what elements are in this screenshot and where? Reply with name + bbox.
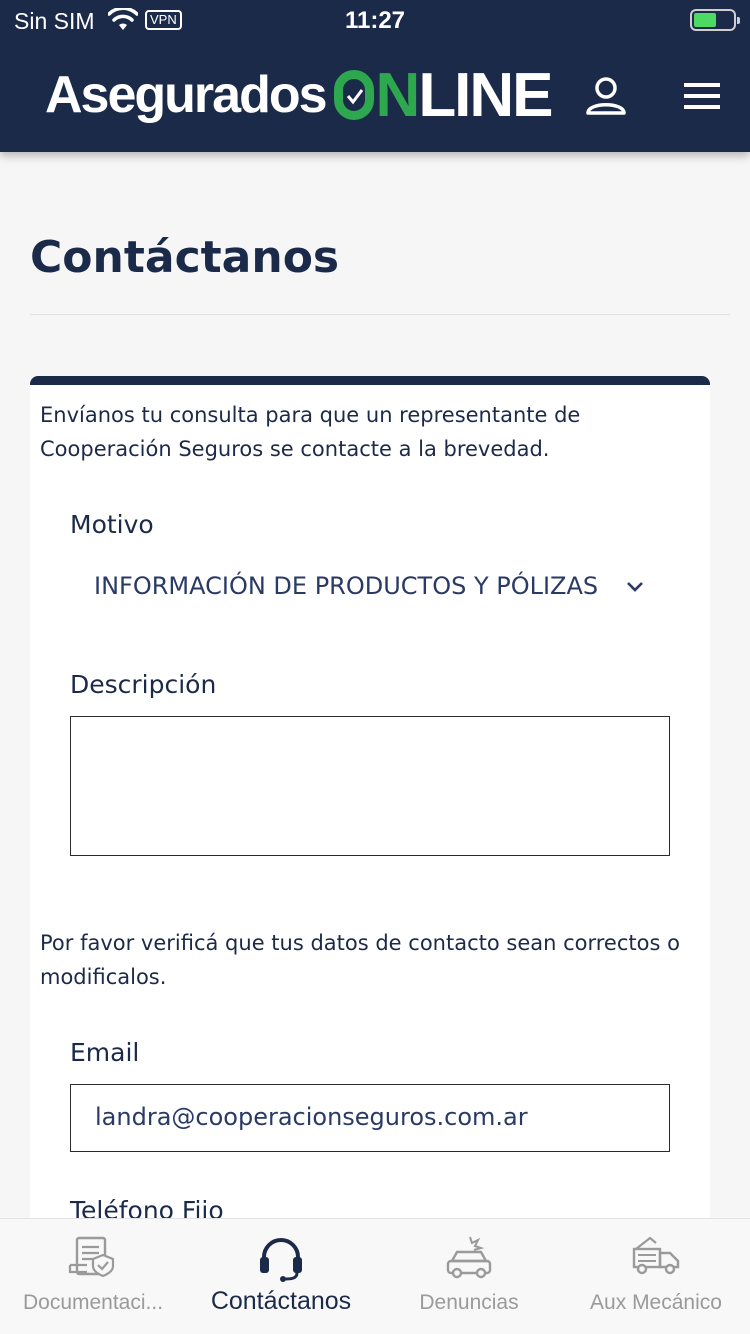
car-crash-icon xyxy=(444,1235,494,1285)
hamburger-menu-icon[interactable] xyxy=(682,80,722,116)
tab-aux-mecanico[interactable]: Aux Mecánico xyxy=(562,1219,750,1334)
status-bar: Sin SIM VPN 11:27 xyxy=(0,0,750,40)
chevron-down-icon xyxy=(626,578,644,597)
tab-documentacion[interactable]: Documentaci... xyxy=(0,1219,186,1334)
tab-label: Documentaci... xyxy=(22,1291,164,1314)
email-field[interactable]: landra@cooperacionseguros.com.ar xyxy=(70,1084,670,1152)
card-accent-bar xyxy=(30,376,710,385)
email-value: landra@cooperacionseguros.com.ar xyxy=(95,1103,528,1131)
descripcion-label: Descripción xyxy=(70,670,217,699)
email-label: Email xyxy=(70,1038,140,1067)
motivo-select[interactable]: INFORMACIÓN DE PRODUCTOS Y PÓLIZAS xyxy=(70,564,670,614)
battery-icon xyxy=(690,9,740,31)
status-time: 11:27 xyxy=(344,7,406,34)
logo-on-text: N xyxy=(375,60,421,130)
page-title: Contáctanos xyxy=(30,232,340,283)
tow-truck-icon xyxy=(630,1235,682,1281)
motivo-label: Motivo xyxy=(70,510,154,539)
tab-label: Denuncias xyxy=(419,1291,519,1314)
user-profile-icon[interactable] xyxy=(584,76,628,120)
check-icon xyxy=(333,70,374,120)
logo-on: N xyxy=(333,60,421,131)
verify-contact-text: Por favor verificá que tus datos de cont… xyxy=(40,931,680,989)
descripcion-textarea[interactable] xyxy=(70,716,670,856)
title-divider xyxy=(30,314,730,315)
app-header: Sin SIM VPN 11:27 Asegurados N LINE xyxy=(0,0,750,152)
logo-line-text: LINE xyxy=(418,60,553,130)
document-icon xyxy=(67,1235,119,1283)
tab-contactanos[interactable]: Contáctanos xyxy=(186,1219,376,1334)
tab-label: Aux Mecánico xyxy=(590,1291,722,1314)
tab-denuncias[interactable]: Denuncias xyxy=(376,1219,562,1334)
headset-icon xyxy=(256,1235,306,1287)
motivo-selected-value: INFORMACIÓN DE PRODUCTOS Y PÓLIZAS xyxy=(94,572,599,600)
contact-form-card: Envíanos tu consulta para que un represe… xyxy=(30,376,710,1276)
tab-label: Contáctanos xyxy=(210,1287,352,1315)
form-intro-text: Envíanos tu consulta para que un represe… xyxy=(40,403,581,461)
app-logo[interactable]: Asegurados N LINE xyxy=(45,60,554,131)
logo-text: Asegurados xyxy=(45,66,328,124)
bottom-tab-bar: Documentaci... Contáctanos Denuncias Aux… xyxy=(0,1218,750,1334)
